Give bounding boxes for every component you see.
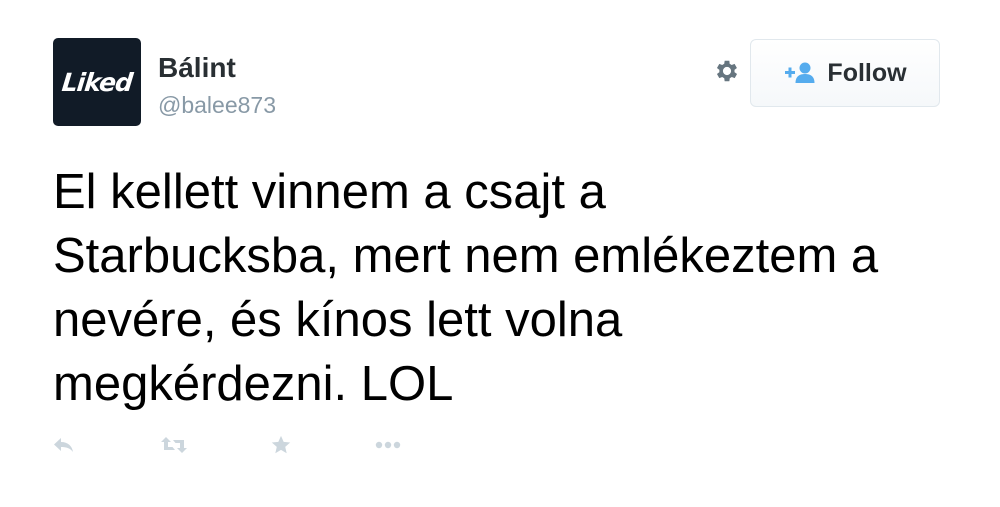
follow-button[interactable]: Follow <box>750 39 940 107</box>
avatar-logo-text: Liked <box>60 67 134 97</box>
tweet-text-line: megkérdezni. LOL <box>53 357 454 411</box>
tweet-text: El kellett vinnem a csajt a Starbucksba,… <box>53 160 983 416</box>
tweet-card: Liked Bálint @balee873 Follow El kellett… <box>0 0 1000 507</box>
reply-icon[interactable] <box>52 432 76 458</box>
gear-icon[interactable] <box>712 56 742 86</box>
tweet-text-line: nevére, és kínos lett volna <box>53 293 623 347</box>
add-user-icon <box>783 61 817 85</box>
tweet-text-line: Starbucksba, mert nem emlékeztem a <box>53 229 879 283</box>
follow-button-label: Follow <box>827 58 907 87</box>
user-handle[interactable]: @balee873 <box>158 91 276 119</box>
user-name[interactable]: Bálint <box>158 52 236 84</box>
avatar[interactable]: Liked <box>53 38 141 126</box>
more-icon[interactable] <box>374 432 402 458</box>
retweet-icon[interactable] <box>160 432 188 458</box>
favorite-icon[interactable] <box>270 432 292 458</box>
tweet-text-line: El kellett vinnem a csajt a <box>53 165 606 219</box>
